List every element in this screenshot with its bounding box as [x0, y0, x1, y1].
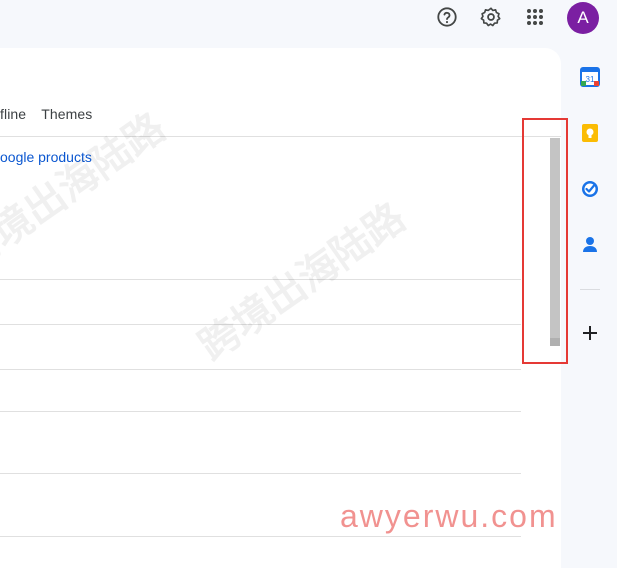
gear-icon[interactable] [478, 4, 504, 30]
side-panel-divider [580, 289, 600, 290]
settings-tabs: fline Themes [0, 106, 92, 130]
calendar-icon[interactable]: 31 [579, 66, 601, 88]
calendar-day: 31 [586, 75, 595, 84]
google-products-link[interactable]: oogle products [0, 149, 92, 165]
tab-divider [0, 136, 561, 137]
tab-themes[interactable]: Themes [41, 106, 92, 130]
apps-grid-icon[interactable] [522, 4, 548, 30]
row-divider [0, 369, 521, 370]
help-icon[interactable] [434, 4, 460, 30]
highlight-annotation [522, 118, 568, 364]
tab-offline[interactable]: fline [0, 106, 26, 130]
row-divider [0, 279, 521, 280]
row-divider [0, 536, 521, 537]
watermark-url: awyerwu.com [340, 498, 558, 534]
add-icon[interactable] [579, 322, 601, 344]
contacts-icon[interactable] [579, 234, 601, 256]
row-divider [0, 324, 521, 325]
tasks-icon[interactable] [579, 178, 601, 200]
avatar[interactable]: A [567, 2, 599, 34]
row-divider [0, 411, 521, 412]
keep-icon[interactable] [579, 122, 601, 144]
row-divider [0, 473, 521, 474]
